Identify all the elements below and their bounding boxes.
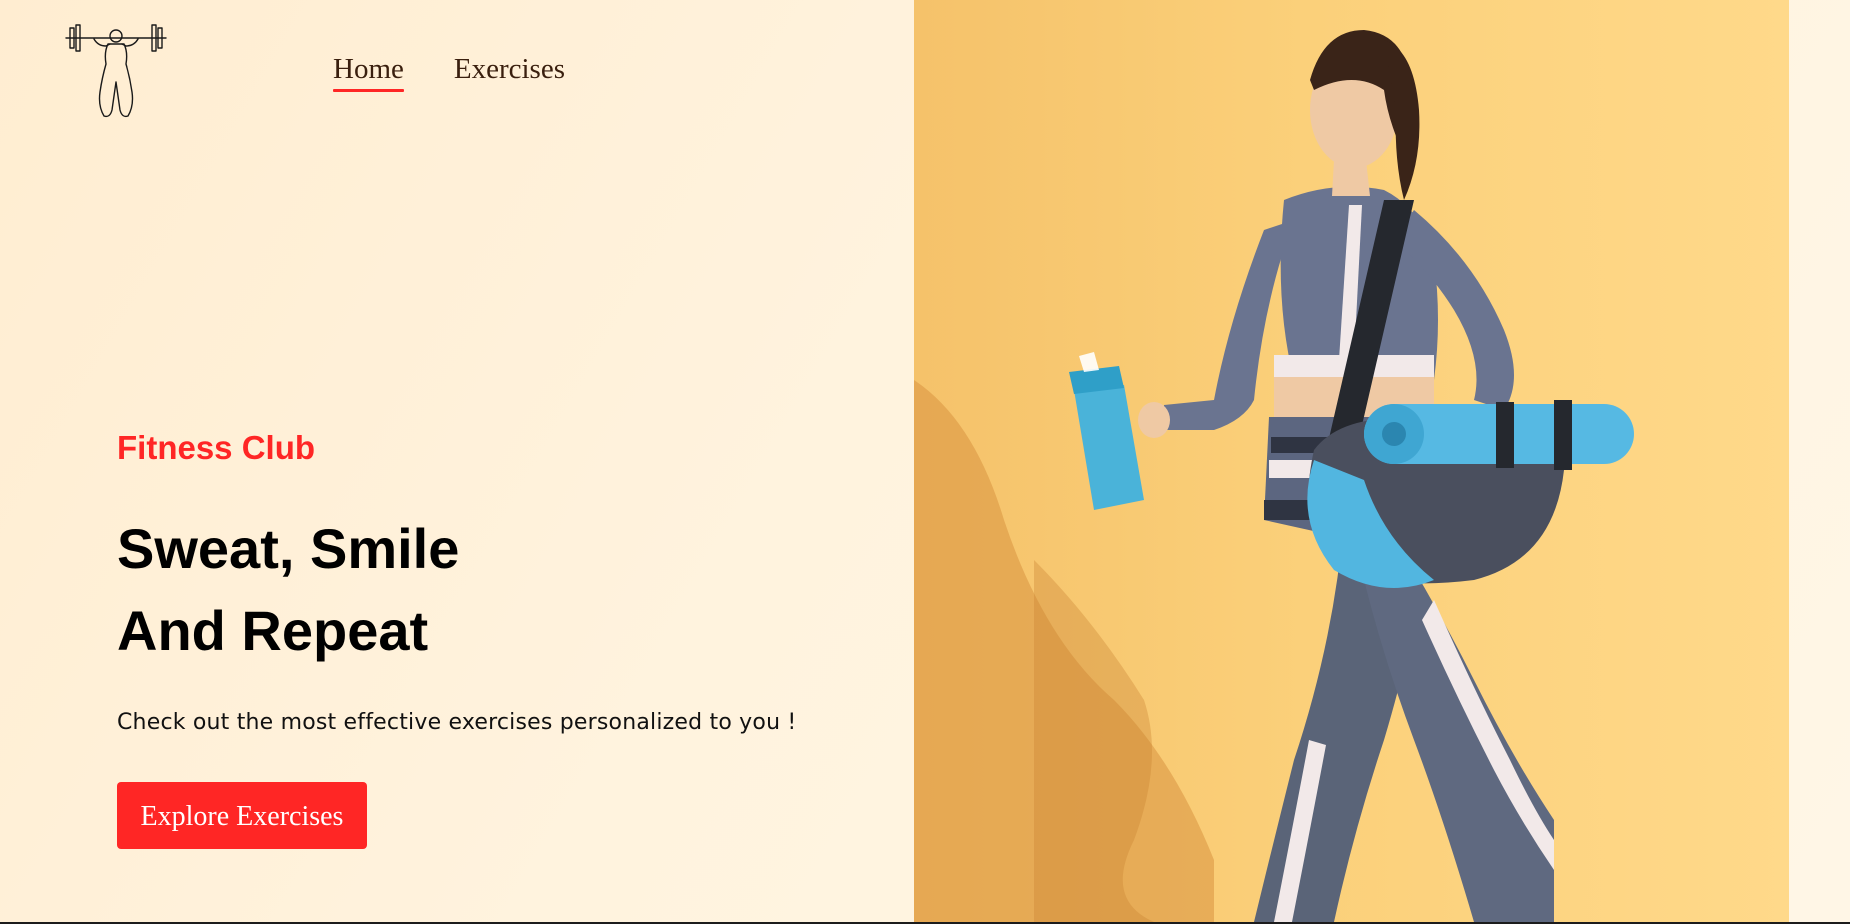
explore-exercises-button[interactable]: Explore Exercises — [117, 781, 367, 849]
main-nav: Home Exercises — [333, 52, 565, 92]
woman-athlete-with-yoga-mat-and-shaker-photo — [914, 30, 1634, 922]
landing-page: Home Exercises Fitness Club Sweat, Smile… — [0, 0, 1850, 924]
hero-title-line-1: Sweat, Smile — [117, 517, 460, 581]
hero-title-line-2: And Repeat — [117, 599, 429, 663]
hero-section: Fitness Club Sweat, Smile And Repeat Che… — [117, 429, 877, 849]
hero-banner-image — [914, 0, 1789, 922]
nav-link-home[interactable]: Home — [333, 52, 404, 92]
weightlifter-icon[interactable] — [64, 20, 168, 118]
hero-eyebrow: Fitness Club — [117, 429, 316, 466]
nav-link-exercises[interactable]: Exercises — [454, 52, 565, 90]
hero-subtitle: Check out the most effective exercises p… — [117, 710, 797, 736]
